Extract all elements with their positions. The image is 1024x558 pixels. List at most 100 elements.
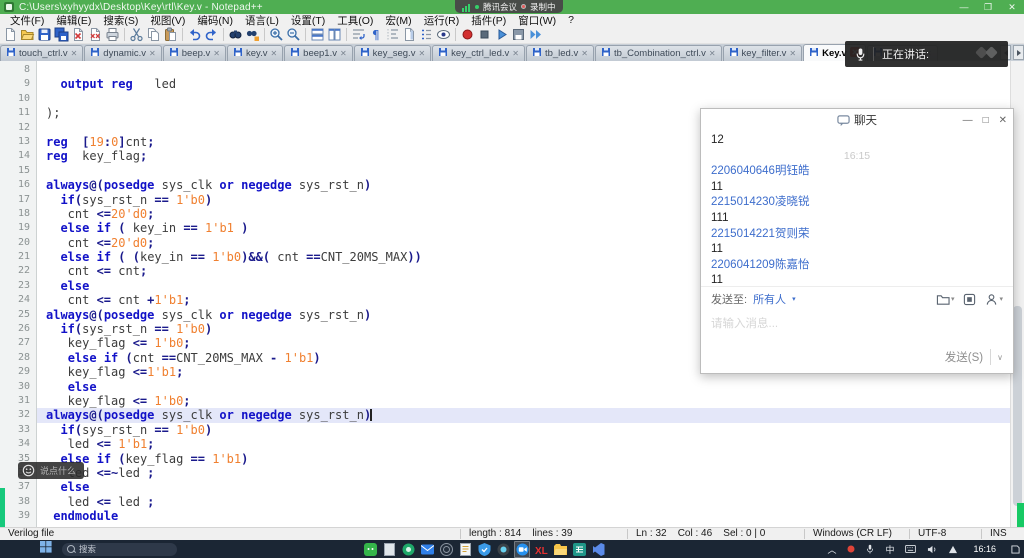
tray-microphone-icon[interactable]: [866, 544, 874, 555]
tab-close-icon[interactable]: ✕: [340, 50, 347, 58]
chat-input-field[interactable]: 请输入消息...: [701, 311, 1013, 345]
code-line-34[interactable]: 34 led <= 1'b1;: [0, 437, 1014, 451]
zoom-in-icon[interactable]: [268, 27, 285, 43]
replace-icon[interactable]: [244, 27, 261, 43]
tab-tb_Combination_ctrl.v[interactable]: tb_Combination_ctrl.v✕: [595, 45, 722, 61]
code-line-32[interactable]: 32always@(posedge sys_clk or negedge sys…: [0, 408, 1014, 422]
chat-screenshot-button[interactable]: [963, 293, 976, 306]
tab-key_filter.v[interactable]: key_filter.v✕: [723, 45, 803, 61]
sync-vertical-icon[interactable]: [309, 27, 326, 43]
tab-tb_led.v[interactable]: tb_led.v✕: [526, 45, 594, 61]
tab-touch_ctrl.v[interactable]: touch_ctrl.v✕: [0, 45, 83, 61]
tab-beep.v[interactable]: beep.v✕: [163, 45, 226, 61]
chat-sender-name[interactable]: 2206041209陈嘉怡: [711, 258, 1003, 274]
send-button[interactable]: 发送(S): [945, 349, 991, 365]
browser-taskbar-icon[interactable]: [400, 541, 416, 558]
tray-touch-keyboard-icon[interactable]: [905, 545, 916, 553]
chat-close-button[interactable]: ✕: [999, 115, 1007, 126]
tab-beep1.v[interactable]: beep1.v✕: [284, 45, 353, 61]
save-all-icon[interactable]: [53, 27, 70, 43]
security-center-taskbar-icon[interactable]: [476, 541, 492, 558]
send-to-selector[interactable]: 所有人: [753, 291, 786, 307]
taskbar-clock[interactable]: 16:16: [973, 544, 996, 554]
tray-network-icon[interactable]: [948, 545, 958, 554]
show-all-chars-icon[interactable]: ¶: [367, 27, 384, 43]
minimize-button[interactable]: —: [952, 0, 976, 14]
meeting-status-pill[interactable]: 腾讯会议 录制中: [455, 0, 563, 13]
menu-item-12[interactable]: ?: [562, 14, 580, 26]
close-all-icon[interactable]: [87, 27, 104, 43]
speaking-indicator-overlay[interactable]: 正在讲话:: [845, 41, 1008, 67]
start-button[interactable]: [40, 540, 52, 558]
wechat-taskbar-icon[interactable]: [362, 541, 378, 558]
tray-volume-icon[interactable]: [927, 545, 937, 554]
tab-key.v[interactable]: key.v✕: [227, 45, 283, 61]
redo-icon[interactable]: [203, 27, 220, 43]
code-line-31[interactable]: 31 key_flag <= 1'b0;: [0, 394, 1014, 408]
visual-studio-taskbar-icon[interactable]: [590, 541, 606, 558]
code-line-37[interactable]: 37 else: [0, 480, 1014, 494]
notes-taskbar-icon[interactable]: [457, 541, 473, 558]
code-line-33[interactable]: 33 if(sys_rst_n == 1'b0): [0, 423, 1014, 437]
code-line-10[interactable]: 10: [0, 92, 1014, 106]
close-file-icon[interactable]: [70, 27, 87, 43]
copy-icon[interactable]: [145, 27, 162, 43]
file-manager-taskbar-icon[interactable]: [381, 541, 397, 558]
camera360-taskbar-icon[interactable]: [495, 541, 511, 558]
notification-center-icon[interactable]: [1011, 545, 1020, 554]
cut-icon[interactable]: [128, 27, 145, 43]
chat-maximize-button[interactable]: □: [983, 115, 989, 126]
print-icon[interactable]: [104, 27, 121, 43]
taskbar-search-box[interactable]: 搜索: [62, 543, 177, 556]
tab-close-icon[interactable]: ✕: [149, 50, 156, 58]
tab-close-icon[interactable]: ✕: [709, 50, 716, 58]
wps-spreadsheet-taskbar-icon[interactable]: [571, 541, 587, 558]
dell-support-taskbar-icon[interactable]: [438, 541, 454, 558]
tab-dynamic.v[interactable]: dynamic.v✕: [84, 45, 161, 61]
tab-close-icon[interactable]: ✕: [418, 50, 425, 58]
word-wrap-icon[interactable]: [350, 27, 367, 43]
indent-guide-icon[interactable]: [384, 27, 401, 43]
tab-close-icon[interactable]: ✕: [581, 50, 588, 58]
file-explorer-taskbar-icon[interactable]: [552, 541, 568, 558]
status-insert-mode[interactable]: INS: [981, 529, 1024, 539]
code-line-9[interactable]: 9 output reg led: [0, 77, 1014, 91]
scrollbar-thumb[interactable]: [1013, 306, 1022, 506]
tab-key_seg.v[interactable]: key_seg.v✕: [354, 45, 431, 61]
open-folder-icon[interactable]: [19, 27, 36, 43]
tencent-meeting-taskbar-icon[interactable]: [514, 541, 530, 558]
tab-close-icon[interactable]: ✕: [789, 50, 796, 58]
function-list-icon[interactable]: [418, 27, 435, 43]
tab-close-icon[interactable]: ✕: [71, 50, 78, 58]
status-eol-format[interactable]: Windows (CR LF): [804, 529, 909, 539]
paste-icon[interactable]: [162, 27, 179, 43]
thunder-taskbar-icon[interactable]: XL: [533, 541, 549, 558]
new-file-icon[interactable]: [2, 27, 19, 43]
tray-record-indicator-icon[interactable]: [847, 545, 855, 553]
chat-message-list[interactable]: 1216:152206040646明钰皓112215014230凌晓锐11122…: [701, 131, 1013, 287]
sync-horizontal-icon[interactable]: [326, 27, 343, 43]
hidden-icons-chevron[interactable]: ︿: [827, 543, 836, 556]
chat-sender-name[interactable]: 2215014230凌晓锐: [711, 195, 1003, 211]
code-line-38[interactable]: 38 led <= led ;: [0, 495, 1014, 509]
tab-close-icon[interactable]: ✕: [512, 50, 519, 58]
play-macro-icon[interactable]: [493, 27, 510, 43]
doc-map-icon[interactable]: [401, 27, 418, 43]
chat-sender-name[interactable]: 2206040646明钰皓: [711, 164, 1003, 180]
stop-macro-icon[interactable]: [476, 27, 493, 43]
code-line-36[interactable]: 36 led <=~led ;: [0, 466, 1014, 480]
tab-close-icon[interactable]: ✕: [213, 50, 220, 58]
save-macro-icon[interactable]: [510, 27, 527, 43]
undo-icon[interactable]: [186, 27, 203, 43]
tab-close-icon[interactable]: ✕: [270, 50, 277, 58]
doc-monitor-icon[interactable]: [435, 27, 452, 43]
code-line-30[interactable]: 30 else: [0, 380, 1014, 394]
close-button[interactable]: ✕: [1000, 0, 1024, 14]
send-options-caret-icon[interactable]: ∨: [991, 353, 1003, 362]
code-line-35[interactable]: 35 else if (key_flag == 1'b1): [0, 452, 1014, 466]
maximize-button[interactable]: ❐: [976, 0, 1000, 14]
tray-ime-indicator[interactable]: 中: [885, 543, 894, 556]
danmaku-input-bubble[interactable]: 说点什么: [18, 462, 84, 479]
chat-file-button[interactable]: ▾: [936, 293, 955, 306]
status-encoding[interactable]: UTF-8: [909, 529, 981, 539]
